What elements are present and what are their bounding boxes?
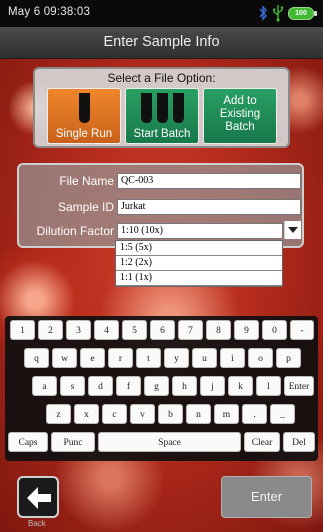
- space-key[interactable]: Space: [98, 432, 241, 452]
- status-datetime: May 6 09:38:03: [8, 6, 91, 18]
- key[interactable]: w: [52, 348, 77, 368]
- dropdown-toggle[interactable]: [284, 221, 301, 239]
- add-to-batch-button[interactable]: Add to Existing Batch: [203, 88, 277, 144]
- key[interactable]: t: [136, 348, 161, 368]
- key[interactable]: u: [192, 348, 217, 368]
- key[interactable]: m: [214, 404, 239, 424]
- status-bar: May 6 09:38:03 100: [0, 0, 323, 27]
- key[interactable]: l: [256, 376, 281, 396]
- dropdown-option[interactable]: 1:5 (5x): [116, 241, 282, 256]
- key[interactable]: n: [186, 404, 211, 424]
- header-bar: Enter Sample Info: [0, 27, 323, 59]
- page-title: Enter Sample Info: [103, 34, 220, 50]
- back-arrow-icon: [27, 487, 51, 509]
- dilution-factor-select[interactable]: 1:10 (10x): [117, 223, 283, 239]
- delete-key[interactable]: Del: [283, 432, 315, 452]
- key[interactable]: g: [144, 376, 169, 396]
- punc-key[interactable]: Punc: [51, 432, 95, 452]
- clear-key[interactable]: Clear: [244, 432, 280, 452]
- dilution-factor-label: Dilution Factor: [36, 224, 114, 238]
- key[interactable]: v: [130, 404, 155, 424]
- key[interactable]: p: [276, 348, 301, 368]
- key[interactable]: 1: [10, 320, 35, 340]
- add-to-batch-label: Add to Existing Batch: [219, 95, 261, 133]
- start-batch-button[interactable]: Start Batch: [125, 88, 199, 144]
- file-name-field[interactable]: QC-003: [117, 173, 301, 189]
- key[interactable]: h: [172, 376, 197, 396]
- key[interactable]: 7: [178, 320, 203, 340]
- key[interactable]: s: [60, 376, 85, 396]
- tube-icon: [79, 93, 90, 123]
- start-batch-label: Start Batch: [133, 128, 191, 140]
- key[interactable]: 9: [234, 320, 259, 340]
- sample-info-form: File Name QC-003 Sample ID Jurkat Diluti…: [17, 163, 304, 248]
- back-label: Back: [28, 519, 46, 528]
- key[interactable]: j: [200, 376, 225, 396]
- key[interactable]: d: [88, 376, 113, 396]
- key[interactable]: 4: [94, 320, 119, 340]
- key[interactable]: 6: [150, 320, 175, 340]
- file-name-label: File Name: [59, 174, 114, 188]
- key[interactable]: a: [32, 376, 57, 396]
- key[interactable]: x: [74, 404, 99, 424]
- usb-icon: [273, 5, 284, 22]
- back-button[interactable]: [17, 476, 59, 518]
- key[interactable]: 3: [66, 320, 91, 340]
- key[interactable]: -: [290, 320, 314, 340]
- key[interactable]: k: [228, 376, 253, 396]
- key[interactable]: y: [164, 348, 189, 368]
- dropdown-option[interactable]: 1:1 (1x): [116, 271, 282, 286]
- key[interactable]: 5: [122, 320, 147, 340]
- key[interactable]: i: [220, 348, 245, 368]
- key[interactable]: z: [46, 404, 71, 424]
- single-run-label: Single Run: [55, 128, 113, 140]
- single-run-button[interactable]: Single Run: [47, 88, 121, 144]
- battery-level: 100: [295, 10, 307, 17]
- enter-button[interactable]: Enter: [221, 476, 312, 518]
- caps-key[interactable]: Caps: [8, 432, 48, 452]
- key[interactable]: f: [116, 376, 141, 396]
- sample-id-field[interactable]: Jurkat: [117, 199, 301, 215]
- dilution-dropdown-list: 1:5 (5x) 1:2 (2x) 1:1 (1x): [115, 240, 283, 287]
- key[interactable]: e: [80, 348, 105, 368]
- chevron-down-icon: [288, 227, 298, 233]
- file-option-panel: Select a File Option: Single Run Start B…: [33, 67, 290, 148]
- key[interactable]: b: [158, 404, 183, 424]
- battery-icon: 100: [288, 7, 317, 20]
- file-option-heading: Select a File Option:: [107, 71, 216, 85]
- bluetooth-icon: [259, 5, 267, 21]
- enter-key[interactable]: Enter: [284, 376, 314, 396]
- key[interactable]: 0: [262, 320, 287, 340]
- key[interactable]: o: [248, 348, 273, 368]
- dropdown-option[interactable]: 1:2 (2x): [116, 256, 282, 271]
- key[interactable]: _: [270, 404, 295, 424]
- key[interactable]: .: [242, 404, 267, 424]
- key[interactable]: r: [108, 348, 133, 368]
- key[interactable]: c: [102, 404, 127, 424]
- tubes-icon: [141, 93, 184, 123]
- sample-id-label: Sample ID: [57, 200, 114, 214]
- key[interactable]: 8: [206, 320, 231, 340]
- on-screen-keyboard: 1 2 3 4 5 6 7 8 9 0 - q w e r t y u i o …: [5, 316, 318, 461]
- key[interactable]: q: [24, 348, 49, 368]
- key[interactable]: 2: [38, 320, 63, 340]
